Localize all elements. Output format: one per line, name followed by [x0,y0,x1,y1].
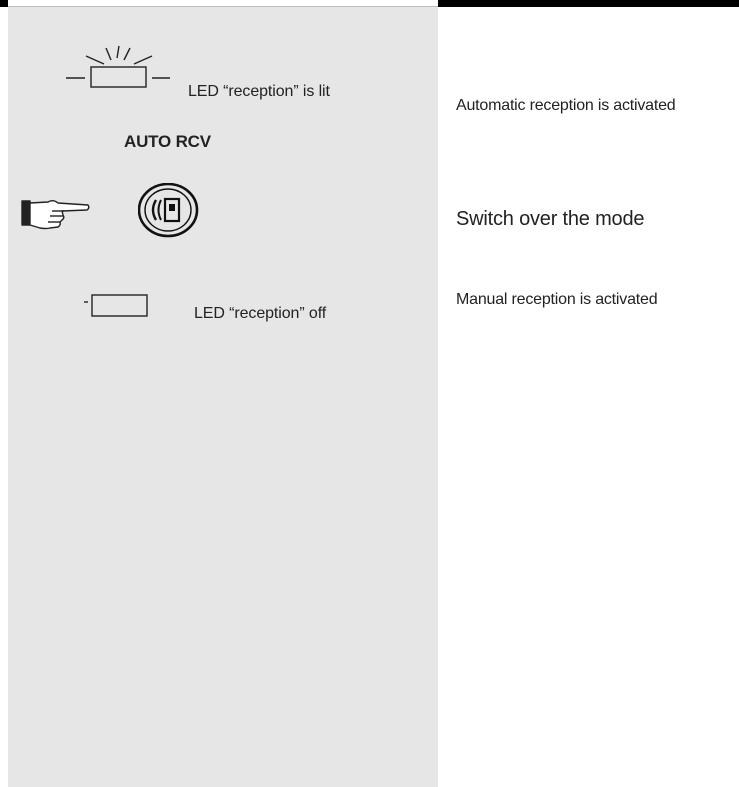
top-rule-right [438,0,739,7]
switch-mode-heading: Switch over the mode [456,208,645,230]
pointing-hand-icon [21,200,90,230]
led-lit-label: LED “reception” is lit [188,83,330,100]
top-rule-left [0,0,8,7]
description-panel [438,7,739,787]
instruction-panel [8,7,438,787]
auto-rcv-key-label: AUTO RCV [124,132,211,151]
manual-reception-text: Manual reception is activated [456,291,658,308]
led-off-label: LED “reception” off [194,305,327,322]
automatic-reception-text: Automatic reception is activated [456,97,676,114]
led-off-icon [84,294,148,317]
phone-key-icon[interactable] [138,183,200,239]
led-lit-icon [66,45,170,88]
top-rule-thin [8,0,438,7]
